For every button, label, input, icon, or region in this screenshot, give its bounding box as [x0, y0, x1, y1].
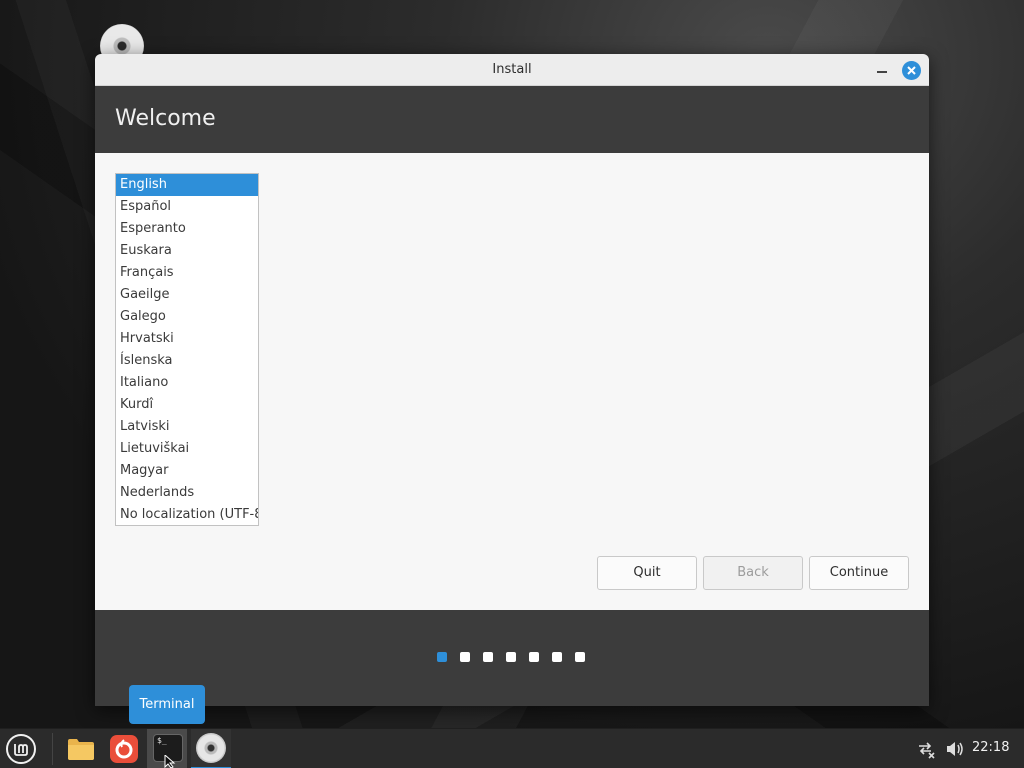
step-dot: [437, 652, 447, 662]
quit-button[interactable]: Quit: [597, 556, 697, 590]
back-button[interactable]: Back: [703, 556, 803, 590]
language-item[interactable]: Kurdî: [116, 394, 258, 416]
language-item[interactable]: Euskara: [116, 240, 258, 262]
step-dot: [552, 652, 562, 662]
clock[interactable]: 22:18: [972, 740, 1009, 755]
close-icon[interactable]: [902, 61, 921, 80]
language-item[interactable]: Lietuviškai: [116, 438, 258, 460]
language-item[interactable]: Íslenska: [116, 350, 258, 372]
taskbar-separator: [52, 733, 53, 765]
step-dot: [506, 652, 516, 662]
firefox-launcher[interactable]: [102, 729, 142, 768]
network-disconnected-icon[interactable]: [916, 739, 936, 759]
language-item[interactable]: Magyar: [116, 460, 258, 482]
folder-icon: [68, 739, 94, 760]
step-dot: [575, 652, 585, 662]
language-item[interactable]: Hrvatski: [116, 328, 258, 350]
content-area: English Español Esperanto Euskara Français Ga…: [95, 153, 929, 610]
language-item[interactable]: Gaeilge: [116, 284, 258, 306]
page-header: Welcome: [95, 86, 929, 153]
step-dot: [529, 652, 539, 662]
step-dot: [483, 652, 493, 662]
menu-button[interactable]: [0, 729, 40, 768]
window-titlebar[interactable]: Install: [95, 54, 929, 86]
language-item[interactable]: Nederlands: [116, 482, 258, 504]
firefox-icon: [110, 735, 138, 763]
language-item[interactable]: Italiano: [116, 372, 258, 394]
window-title: Install: [492, 62, 532, 77]
step-dot: [460, 652, 470, 662]
continue-button[interactable]: Continue: [809, 556, 909, 590]
language-item[interactable]: No localization (UTF-8): [116, 504, 258, 525]
files-launcher[interactable]: [58, 729, 98, 768]
language-item[interactable]: English: [116, 174, 258, 196]
installer-task[interactable]: [191, 729, 231, 768]
volume-icon[interactable]: [945, 739, 965, 759]
page-title: Welcome: [115, 106, 216, 131]
language-item[interactable]: Esperanto: [116, 218, 258, 240]
progress-footer: [95, 610, 929, 706]
mouse-cursor-icon: [164, 755, 176, 768]
language-item[interactable]: Latviski: [116, 416, 258, 438]
language-item[interactable]: Français: [116, 262, 258, 284]
install-window: Install Welcome English Español Esperanto E…: [95, 54, 929, 706]
mint-menu-icon: [6, 734, 36, 764]
minimize-icon[interactable]: [877, 71, 887, 73]
language-item[interactable]: Galego: [116, 306, 258, 328]
language-list[interactable]: English Español Esperanto Euskara Français Ga…: [115, 173, 259, 526]
language-item[interactable]: Español: [116, 196, 258, 218]
taskbar: $_ 22:18: [0, 728, 1024, 768]
disc-icon: [196, 733, 226, 763]
terminal-tooltip: Terminal: [129, 685, 205, 724]
